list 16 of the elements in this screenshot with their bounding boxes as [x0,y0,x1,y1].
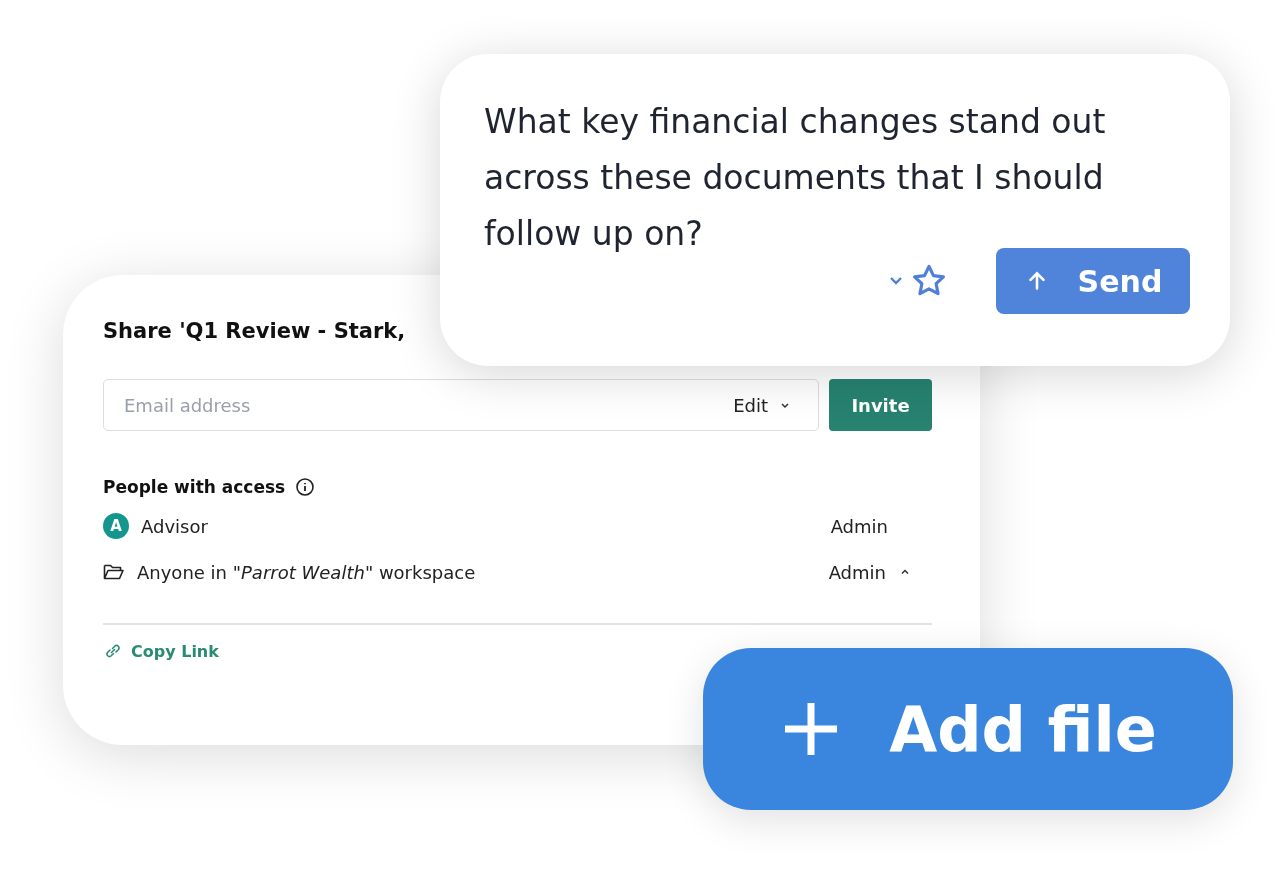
invite-button[interactable]: Invite [829,379,932,431]
info-icon[interactable] [295,477,316,497]
role-dropdown[interactable]: Admin [828,561,932,583]
dialog-title: Share 'Q1 Review - Stark, [103,319,407,345]
permission-dropdown[interactable]: Edit [733,394,800,416]
member-name: Anyone in "Parrot Wealth" workspace [137,561,476,583]
member-name: Advisor [141,515,208,537]
role-dropdown[interactable]: Admin [830,515,932,537]
section-heading: People with access [103,477,286,497]
add-file-button[interactable]: Add file [703,648,1233,810]
avatar: A [103,513,129,539]
copy-link[interactable]: Copy Link [103,641,219,661]
folder-icon [103,563,125,581]
caret-icon [780,400,790,410]
send-button[interactable]: Send [996,248,1190,314]
email-field[interactable]: Email address Edit [103,379,819,431]
